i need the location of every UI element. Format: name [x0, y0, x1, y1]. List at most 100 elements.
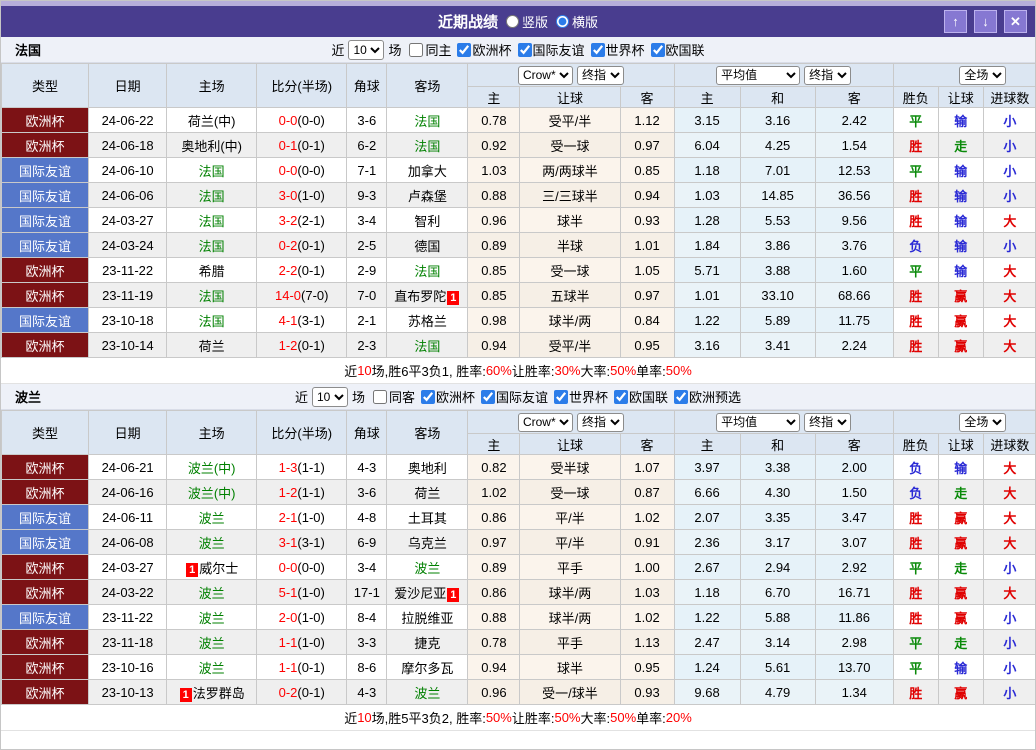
- avg-away-cell: 3.76: [814, 232, 894, 258]
- half-time-score: (1-0): [297, 509, 325, 525]
- competition-checkbox[interactable]: [674, 389, 689, 404]
- match-row: 欧洲杯 24-03-22 波兰 5-1(1-0) 17-1 爱沙尼亚 1 0.86 球半/两 1.…: [1, 579, 1035, 605]
- away-team-cell: 法国: [386, 107, 469, 133]
- layout-vertical-option[interactable]: 竖版: [505, 12, 548, 31]
- away-team-cell: 奥地利: [386, 454, 469, 480]
- handicap-line-cell: 受一球: [519, 479, 621, 505]
- avg-draw-cell: 3.16: [739, 107, 816, 133]
- league-type-cell: 欧洲杯: [1, 554, 90, 580]
- goals-result-cell: 大: [982, 307, 1035, 333]
- score-cell: 0-1(0-1): [256, 132, 348, 158]
- competition-checkbox-option[interactable]: 国际友谊: [512, 40, 585, 59]
- match-date-cell: 23-11-22: [88, 604, 168, 630]
- horizontal-radio[interactable]: [556, 15, 569, 28]
- home-odds-cell: 1.02: [467, 479, 521, 505]
- competition-checkbox-option[interactable]: 欧国联: [645, 40, 705, 59]
- filter-controls: 近 10 场 同主 欧洲杯 国际友谊 世界杯 欧国联: [331, 39, 705, 60]
- handicap-line-cell: 受一/球半: [519, 679, 621, 705]
- score-cell: 1-1(1-0): [256, 629, 348, 655]
- same-venue-checkbox[interactable]: [372, 389, 387, 404]
- home-odds-cell: 0.89: [467, 232, 521, 258]
- handicap-line-cell: 受一球: [519, 132, 621, 158]
- handicap-line-cell: 三/三球半: [519, 182, 621, 208]
- scroll-up-button[interactable]: ↑: [944, 10, 967, 33]
- competition-checkbox[interactable]: [457, 42, 472, 57]
- result-cell: 平: [892, 107, 939, 133]
- competition-checkbox-option[interactable]: 国际友谊: [475, 387, 548, 406]
- away-team-name: 法国: [414, 138, 441, 154]
- avg-away-cell: 1.34: [814, 679, 894, 705]
- competition-checkbox[interactable]: [554, 389, 569, 404]
- average-select[interactable]: 平均值: [716, 412, 801, 432]
- match-scope-select[interactable]: 全场: [959, 412, 1007, 432]
- league-type-cell: 欧洲杯: [1, 579, 90, 605]
- handicap-line-cell: 受半球: [519, 454, 621, 480]
- header-home: 主场: [166, 63, 258, 108]
- away-odds-cell: 0.93: [619, 207, 675, 233]
- match-count-select[interactable]: 10: [348, 39, 385, 60]
- match-row: 国际友谊 24-06-10 法国 0-0(0-0) 7-1 加拿大 1.03 两/两球半 0.8…: [1, 157, 1035, 183]
- avg-home-cell: 1.18: [673, 579, 741, 605]
- header-handicap: 让球: [519, 433, 621, 455]
- average-stage-select[interactable]: 终指: [804, 65, 852, 85]
- result-cell: 胜: [892, 679, 939, 705]
- avg-draw-cell: 3.38: [739, 454, 816, 480]
- average-select[interactable]: 平均值: [716, 65, 801, 85]
- vertical-radio[interactable]: [505, 15, 519, 28]
- results-table: 类型 日期 主场 比分(半场) 角球 客场 Crow* 终指 平均值 终指 全场主让球客主和客胜负让…: [1, 63, 1035, 358]
- away-odds-cell: 1.07: [619, 454, 675, 480]
- same-venue-checkbox-option[interactable]: 同主: [401, 40, 451, 59]
- competition-checkbox-option[interactable]: 欧洲预选: [668, 387, 741, 406]
- section-summary: 近 10 场,胜5平3负2, 胜率: 50% 让胜率: 50% 大率: 50% 单率: 20…: [1, 705, 1035, 731]
- competition-checkbox-option[interactable]: 欧洲杯: [451, 40, 512, 59]
- handicap-result-cell: 赢: [937, 504, 984, 530]
- avg-draw-cell: 5.88: [739, 604, 816, 630]
- same-venue-checkbox[interactable]: [409, 42, 424, 57]
- avg-home-cell: 1.84: [673, 232, 741, 258]
- result-cell: 负: [892, 479, 939, 505]
- handicap-result-cell: 赢: [937, 529, 984, 555]
- summary-stat-value: 50%: [554, 710, 581, 725]
- full-time-score: 0-0: [278, 162, 298, 178]
- result-cell: 胜: [892, 182, 939, 208]
- competition-checkbox[interactable]: [517, 42, 532, 57]
- bookmaker-select[interactable]: Crow*: [517, 412, 573, 432]
- home-team-name: 波兰: [198, 660, 225, 676]
- handicap-line-cell: 球半: [519, 207, 621, 233]
- competition-checkbox[interactable]: [614, 389, 629, 404]
- match-scope-select[interactable]: 全场: [959, 65, 1007, 85]
- competition-checkbox[interactable]: [650, 42, 665, 57]
- handicap-line-cell: 球半/两: [519, 307, 621, 333]
- header-avg-away: 客: [814, 86, 894, 108]
- match-date-cell: 24-06-06: [88, 182, 168, 208]
- competition-checkbox-option[interactable]: 世界杯: [585, 40, 645, 59]
- avg-home-cell: 9.68: [673, 679, 741, 705]
- layout-horizontal-option[interactable]: 横版: [556, 12, 598, 31]
- header-home: 主场: [166, 410, 258, 455]
- competition-checkbox-option[interactable]: 欧洲杯: [415, 387, 475, 406]
- competition-label: 欧洲杯: [472, 43, 512, 58]
- section-filter-row: 法国 近 10 场 同主 欧洲杯 国际友谊 世界杯 欧国联: [1, 37, 1035, 63]
- close-button[interactable]: ✕: [1004, 10, 1027, 33]
- home-team-cell: 波兰(中): [166, 454, 258, 480]
- odds-stage-select[interactable]: 终指: [576, 65, 624, 85]
- competition-checkbox-option[interactable]: 欧国联: [608, 387, 668, 406]
- home-team-name: 法国: [198, 238, 225, 254]
- match-count-select[interactable]: 10: [311, 386, 348, 407]
- match-date-cell: 24-03-22: [88, 579, 168, 605]
- league-type-cell: 欧洲杯: [1, 629, 90, 655]
- odds-stage-select[interactable]: 终指: [576, 412, 624, 432]
- home-odds-cell: 0.88: [467, 182, 521, 208]
- home-odds-cell: 0.97: [467, 529, 521, 555]
- bookmaker-select[interactable]: Crow*: [517, 65, 573, 85]
- competition-checkbox-option[interactable]: 世界杯: [548, 387, 608, 406]
- avg-away-cell: 2.92: [814, 554, 894, 580]
- same-venue-checkbox-option[interactable]: 同客: [365, 387, 415, 406]
- corner-cell: 2-5: [346, 232, 388, 258]
- competition-checkbox[interactable]: [420, 389, 435, 404]
- competition-checkbox[interactable]: [590, 42, 605, 57]
- scroll-down-button[interactable]: ↓: [974, 10, 997, 33]
- competition-checkbox[interactable]: [481, 389, 495, 404]
- average-stage-select[interactable]: 终指: [804, 412, 852, 432]
- results-table: 类型 日期 主场 比分(半场) 角球 客场 Crow* 终指 平均值 终指 全场主让球客主和客胜负让…: [1, 410, 1035, 705]
